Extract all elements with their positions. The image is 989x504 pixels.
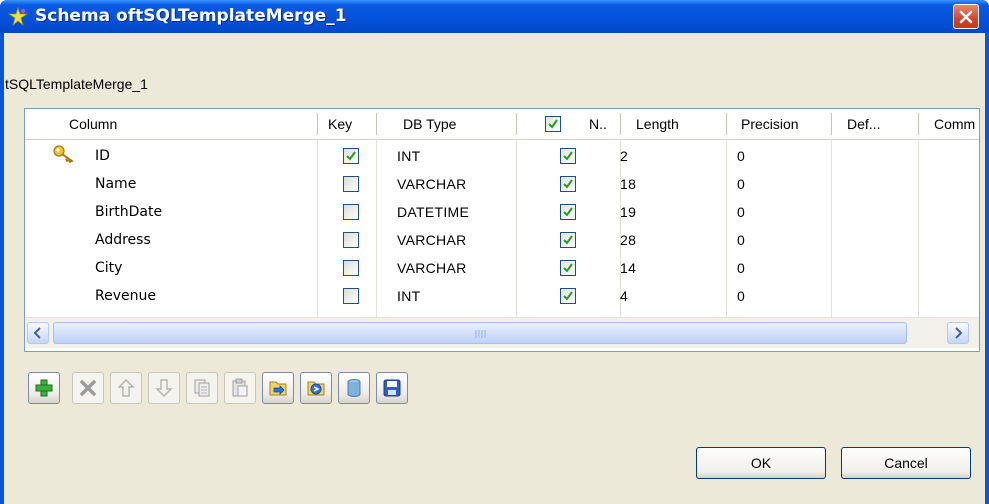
remove-icon [80, 380, 96, 396]
paste-icon [232, 378, 248, 397]
column-header-key[interactable]: Key [322, 109, 372, 139]
paste-button[interactable] [224, 372, 256, 404]
export-icon [307, 381, 325, 396]
save-icon [383, 379, 401, 397]
window-title: Schema oftSQLTemplateMerge_1 [35, 6, 347, 26]
cell-column: City [95, 260, 123, 276]
nullable-checkbox[interactable] [560, 288, 576, 304]
nullable-checkbox[interactable] [560, 176, 576, 192]
table-row[interactable]: Name VARCHAR 18 0 [25, 170, 979, 198]
checkmark-icon [346, 151, 356, 161]
add-icon [35, 379, 53, 397]
checkmark-icon [563, 235, 573, 245]
column-header-nullable[interactable]: N.. [583, 109, 623, 139]
column-header-precision[interactable]: Precision [735, 109, 825, 139]
column-header-db-type[interactable]: DB Type [397, 109, 517, 139]
cell-column: ID [95, 148, 110, 164]
cell-precision: 0 [737, 288, 746, 304]
remove-row-button[interactable] [72, 372, 104, 404]
cell-db-type: DATETIME [397, 204, 470, 220]
nullable-checkbox[interactable] [560, 204, 576, 220]
save-schema-button[interactable] [376, 372, 408, 404]
copy-button[interactable] [186, 372, 218, 404]
table-header: Column Key DB Type N.. Length Precision … [25, 109, 979, 140]
column-header-default[interactable]: Def... [841, 109, 911, 139]
table-row[interactable]: BirthDate DATETIME 19 0 [25, 198, 979, 226]
table-row[interactable]: Revenue INT 4 0 [25, 282, 979, 310]
column-header-length[interactable]: Length [630, 109, 720, 139]
component-name-label: tSQLTemplateMerge_1 [5, 76, 148, 92]
key-checkbox[interactable] [343, 204, 359, 220]
window-left-border [0, 33, 4, 504]
key-checkbox[interactable] [343, 176, 359, 192]
ok-button[interactable]: OK [696, 447, 826, 479]
nullable-header-checkbox[interactable] [545, 116, 561, 132]
column-header-column[interactable]: Column [63, 109, 243, 139]
cell-precision: 0 [737, 260, 746, 276]
scroll-left-button[interactable] [27, 322, 49, 344]
close-icon [959, 10, 973, 24]
cell-db-type: INT [397, 148, 421, 164]
import-schema-button[interactable] [262, 372, 294, 404]
key-checkbox[interactable] [343, 260, 359, 276]
cell-column: Address [95, 232, 151, 248]
cell-db-type: INT [397, 288, 421, 304]
arrow-right-icon [955, 327, 963, 339]
column-header-comment[interactable]: Comm [928, 109, 979, 139]
close-button[interactable] [953, 4, 979, 29]
database-icon [347, 379, 361, 397]
talend-star-icon [8, 7, 28, 27]
cell-length: 14 [620, 260, 637, 276]
checkmark-icon [563, 179, 573, 189]
nullable-checkbox[interactable] [560, 232, 576, 248]
cancel-button[interactable]: Cancel [841, 447, 971, 479]
add-row-button[interactable] [28, 372, 60, 404]
copy-icon [194, 379, 210, 397]
cell-length: 19 [620, 204, 637, 220]
export-schema-button[interactable] [300, 372, 332, 404]
arrow-left-icon [33, 327, 41, 339]
cell-db-type: VARCHAR [397, 176, 467, 192]
scrollbar-thumb[interactable] [53, 322, 907, 344]
checkmark-icon [563, 151, 573, 161]
checkmark-icon [563, 207, 573, 217]
window-right-border [985, 33, 989, 504]
nullable-checkbox[interactable] [560, 260, 576, 276]
cell-column: BirthDate [95, 204, 163, 220]
cell-precision: 0 [737, 176, 746, 192]
schema-table[interactable]: Column Key DB Type N.. Length Precision … [24, 108, 980, 352]
cell-db-type: VARCHAR [397, 232, 467, 248]
title-bar[interactable]: Schema oftSQLTemplateMerge_1 [0, 0, 989, 33]
key-icon [53, 145, 74, 163]
table-row[interactable]: ID INT 2 0 [25, 142, 979, 170]
table-row[interactable]: Address VARCHAR 28 0 [25, 226, 979, 254]
checkmark-icon [563, 291, 573, 301]
scroll-right-button[interactable] [947, 322, 969, 344]
guess-schema-button[interactable] [338, 372, 370, 404]
key-checkbox[interactable] [343, 232, 359, 248]
grip-icon [475, 330, 486, 338]
cell-length: 28 [620, 232, 637, 248]
move-up-icon [117, 379, 135, 397]
cell-column: Revenue [95, 288, 156, 304]
move-down-icon [155, 379, 173, 397]
cell-precision: 0 [737, 204, 746, 220]
cell-column: Name [95, 176, 137, 192]
cell-precision: 0 [737, 148, 746, 164]
cell-length: 2 [620, 148, 629, 164]
horizontal-scrollbar[interactable] [25, 317, 979, 348]
move-down-button[interactable] [148, 372, 180, 404]
cell-precision: 0 [737, 232, 746, 248]
cell-length: 18 [620, 176, 637, 192]
move-up-button[interactable] [110, 372, 142, 404]
nullable-checkbox[interactable] [560, 148, 576, 164]
import-icon [269, 381, 287, 396]
checkmark-icon [548, 119, 558, 129]
key-checkbox[interactable] [343, 148, 359, 164]
cell-db-type: VARCHAR [397, 260, 467, 276]
key-checkbox[interactable] [343, 288, 359, 304]
cell-length: 4 [620, 288, 629, 304]
table-row[interactable]: City VARCHAR 14 0 [25, 254, 979, 282]
checkmark-icon [563, 263, 573, 273]
